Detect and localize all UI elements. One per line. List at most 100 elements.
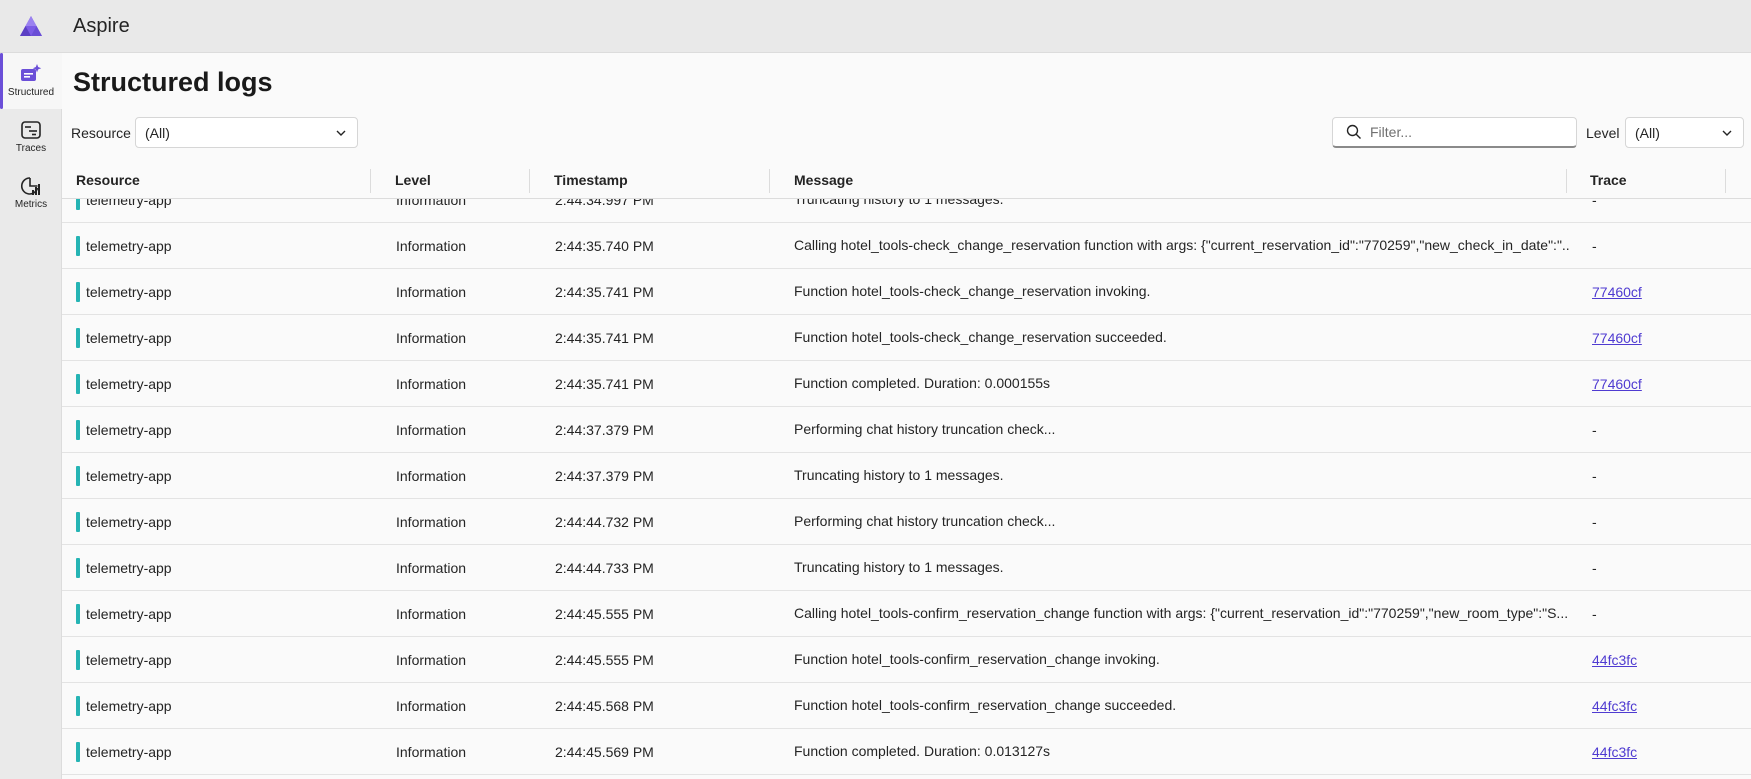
table-row[interactable]: telemetry-app Information 2:44:35.741 PM Fu… (62, 315, 1751, 361)
traces-icon (21, 121, 41, 139)
column-resize-handle[interactable] (1725, 169, 1726, 193)
trace-empty: - (1592, 199, 1597, 208)
sidebar-item-metrics[interactable]: Metrics (0, 165, 62, 221)
column-resize-handle[interactable] (1566, 169, 1567, 193)
table-row[interactable]: telemetry-app Information 2:44:44.732 PM Pe… (62, 499, 1751, 545)
message-text: Function completed. Duration: 0.013127s (794, 743, 1051, 759)
message-text: Function hotel_tools-confirm_reservation… (794, 697, 1177, 713)
trace-cell: - (1592, 407, 1597, 452)
resource-color-marker (76, 281, 80, 302)
filter-search-box[interactable] (1332, 117, 1577, 148)
trace-link[interactable]: 77460cf (1592, 376, 1642, 392)
timestamp-cell: 2:44:44.733 PM (555, 559, 654, 576)
column-resize-handle[interactable] (529, 169, 530, 193)
timestamp-cell: 2:44:45.555 PM (555, 651, 654, 668)
column-header-resource[interactable]: Resource (76, 161, 140, 199)
resource-color-marker (76, 327, 80, 348)
aspire-logo[interactable] (0, 0, 62, 53)
sidebar-item-structured[interactable]: Structured (0, 53, 62, 109)
table-row[interactable]: telemetry-app Information 2:44:35.741 PM Fu… (62, 361, 1751, 407)
resource-select[interactable]: (All) (135, 117, 358, 148)
timestamp-cell: 2:44:37.379 PM (555, 421, 654, 438)
message-cell: Calling hotel_tools-confirm_reservation_… (794, 591, 1569, 636)
level-cell: Information (396, 421, 467, 438)
level-select[interactable]: (All) (1625, 117, 1744, 148)
sidebar-item-traces[interactable]: Traces (0, 109, 62, 165)
level-cell: Information (396, 283, 467, 300)
timestamp-cell: 2:44:35.740 PM (555, 237, 654, 254)
trace-link[interactable]: 44fc3fc (1592, 652, 1637, 668)
message-text: Calling hotel_tools-confirm_reservation_… (794, 605, 1569, 621)
message-cell: Truncating history to 1 messages. (794, 545, 1569, 590)
resource-color-marker (76, 199, 80, 210)
trace-link[interactable]: 44fc3fc (1592, 744, 1637, 760)
column-header-trace[interactable]: Trace (1590, 161, 1627, 199)
metrics-icon (20, 177, 40, 195)
trace-link[interactable]: 44fc3fc (1592, 698, 1637, 714)
timestamp-cell: 2:44:44.732 PM (555, 513, 654, 530)
column-header-message[interactable]: Message (794, 161, 853, 199)
resource-color-marker (76, 373, 80, 394)
column-resize-handle[interactable] (370, 169, 371, 193)
table-row[interactable]: telemetry-app Information 2:44:45.555 PM Fu… (62, 637, 1751, 683)
trace-cell: - (1592, 499, 1597, 544)
message-cell: Truncating history to 1 messages. (794, 453, 1569, 498)
column-resize-handle[interactable] (769, 169, 770, 193)
table-row[interactable]: telemetry-app Information 2:44:45.555 PM Ca… (62, 591, 1751, 637)
resource-color-marker (76, 419, 80, 440)
timestamp-cell: 2:44:45.568 PM (555, 697, 654, 714)
resource-cell: telemetry-app (76, 407, 172, 452)
column-header-level[interactable]: Level (395, 161, 431, 199)
trace-cell: 77460cf (1592, 269, 1642, 314)
table-row[interactable]: telemetry-app Information 2:44:34.997 PM Tr… (62, 199, 1751, 223)
table-row[interactable]: telemetry-app Information 2:44:35.740 PM Ca… (62, 223, 1751, 269)
trace-link[interactable]: 77460cf (1592, 330, 1642, 346)
resource-color-marker (76, 511, 80, 532)
table-row[interactable]: telemetry-app Information 2:44:44.733 PM Tr… (62, 545, 1751, 591)
table-row[interactable]: telemetry-app Information 2:44:37.379 PM Tr… (62, 453, 1751, 499)
resource-cell: telemetry-app (76, 269, 172, 314)
message-cell: Calling hotel_tools-check_change_reserva… (794, 223, 1569, 268)
trace-cell: 77460cf (1592, 361, 1642, 406)
message-cell: Truncating history to 1 messages. (794, 199, 1569, 222)
message-text: Function hotel_tools-check_change_reserv… (794, 283, 1151, 299)
message-cell: Performing chat history truncation check… (794, 499, 1569, 544)
level-filter-label: Level (1586, 125, 1620, 141)
resource-color-marker (76, 695, 80, 716)
structured-logs-icon (21, 64, 42, 81)
column-header-timestamp[interactable]: Timestamp (554, 161, 628, 199)
trace-cell: - (1592, 223, 1597, 268)
trace-empty: - (1592, 467, 1597, 484)
message-text: Calling hotel_tools-check_change_reserva… (794, 237, 1569, 253)
search-icon (1346, 124, 1361, 139)
resource-cell: telemetry-app (76, 361, 172, 406)
resource-cell: telemetry-app (76, 453, 172, 498)
timestamp-cell: 2:44:45.555 PM (555, 605, 654, 622)
resource-cell: telemetry-app (76, 683, 172, 728)
level-cell: Information (396, 559, 467, 576)
resource-cell: telemetry-app (76, 729, 172, 774)
sidebar-item-label: Metrics (14, 199, 48, 210)
table-row[interactable]: telemetry-app Information 2:44:37.379 PM Pe… (62, 407, 1751, 453)
level-cell: Information (396, 467, 467, 484)
resource-cell: telemetry-app (76, 591, 172, 636)
table-row[interactable]: telemetry-app Information 2:44:35.741 PM Fu… (62, 269, 1751, 315)
message-cell: Function completed. Duration: 0.013127s (794, 729, 1569, 774)
trace-cell: 44fc3fc (1592, 729, 1637, 774)
resource-name: telemetry-app (86, 237, 172, 254)
level-cell: Information (396, 199, 467, 208)
sidebar: Structured Traces Metrics (0, 53, 62, 779)
resource-name: telemetry-app (86, 605, 172, 622)
resource-name: telemetry-app (86, 743, 172, 760)
table-row[interactable]: telemetry-app Information 2:44:45.568 PM Fu… (62, 683, 1751, 729)
table-row[interactable]: telemetry-app Information 2:44:45.569 PM Fu… (62, 729, 1751, 775)
resource-color-marker (76, 741, 80, 762)
chevron-down-icon (336, 130, 346, 136)
resource-cell: telemetry-app (76, 223, 172, 268)
filter-input[interactable] (1370, 124, 1560, 140)
trace-cell: - (1592, 591, 1597, 636)
resource-color-marker (76, 465, 80, 486)
trace-link[interactable]: 77460cf (1592, 284, 1642, 300)
resource-cell: telemetry-app (76, 315, 172, 360)
resource-select-value: (All) (145, 124, 170, 141)
